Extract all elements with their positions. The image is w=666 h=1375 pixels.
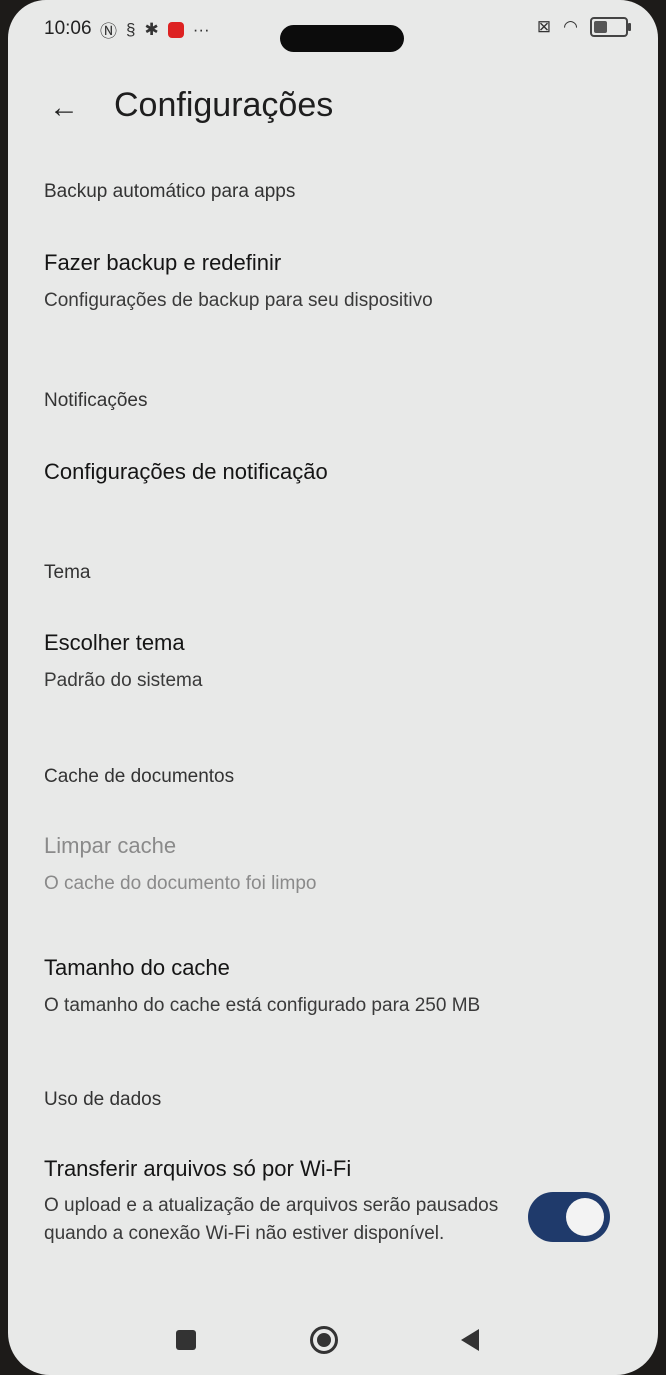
section-header-notifications: Notificações bbox=[44, 390, 148, 411]
battery-icon bbox=[590, 17, 631, 37]
wifi-only-item[interactable]: Transferir arquivos só por Wi-Fi O uploa… bbox=[44, 1156, 514, 1248]
home-icon bbox=[310, 1326, 338, 1354]
nav-back-button[interactable] bbox=[450, 1320, 490, 1360]
more-icon: ··· bbox=[192, 19, 210, 39]
back-icon bbox=[461, 1329, 479, 1351]
home-button[interactable] bbox=[304, 1320, 344, 1360]
sync-icon: § bbox=[126, 19, 136, 39]
settings-screen: 10:06 Ⓝ § ✱ ··· ⊠ ◠ ← Configurações Back… bbox=[8, 0, 658, 1375]
recents-button[interactable] bbox=[166, 1320, 206, 1360]
backup-reset-subtitle: Configurações de backup para seu disposi… bbox=[44, 290, 433, 311]
wifi-icon: ◠ bbox=[563, 17, 578, 36]
choose-theme-title: Escolher tema bbox=[44, 630, 185, 655]
section-header-data-usage: Uso de dados bbox=[44, 1089, 162, 1110]
cache-size-title: Tamanho do cache bbox=[44, 955, 230, 980]
camera-notch bbox=[280, 25, 404, 52]
wifi-only-subtitle: O upload e a atualização de arquivos ser… bbox=[44, 1195, 499, 1244]
notification-settings-item[interactable]: Configurações de notificação bbox=[44, 459, 328, 485]
section-header-cache: Cache de documentos bbox=[44, 766, 235, 787]
choose-theme-subtitle: Padrão do sistema bbox=[44, 670, 203, 691]
section-header-theme: Tema bbox=[44, 562, 91, 583]
toggle-knob bbox=[566, 1198, 604, 1236]
status-icons: Ⓝ § ✱ ··· bbox=[100, 17, 210, 42]
gear-icon: ✱ bbox=[144, 19, 159, 39]
clear-cache-item: Limpar cache O cache do documento foi li… bbox=[44, 833, 317, 895]
system-icons: ⊠ ◠ bbox=[536, 17, 631, 37]
screen-icon: ⊠ bbox=[536, 17, 552, 36]
choose-theme-item[interactable]: Escolher tema Padrão do sistema bbox=[44, 630, 202, 692]
nfc-icon: Ⓝ bbox=[100, 22, 117, 41]
page-title: Configurações bbox=[114, 86, 334, 124]
status-time: 10:06 bbox=[44, 18, 92, 39]
cache-size-item[interactable]: Tamanho do cache O tamanho do cache está… bbox=[44, 955, 480, 1017]
wifi-only-toggle[interactable] bbox=[528, 1192, 610, 1242]
app-notification-icon bbox=[167, 21, 184, 38]
notification-settings-title: Configurações de notificação bbox=[44, 459, 328, 484]
back-arrow-icon[interactable]: ← bbox=[44, 90, 84, 126]
cache-size-subtitle: O tamanho do cache está configurado para… bbox=[44, 995, 481, 1016]
section-header-backup: Backup automático para apps bbox=[44, 181, 296, 202]
clear-cache-title: Limpar cache bbox=[44, 833, 177, 858]
recents-icon bbox=[176, 1330, 196, 1350]
backup-reset-title: Fazer backup e redefinir bbox=[44, 250, 282, 275]
wifi-only-title: Transferir arquivos só por Wi-Fi bbox=[44, 1156, 352, 1181]
clear-cache-subtitle: O cache do documento foi limpo bbox=[44, 873, 317, 894]
backup-reset-item[interactable]: Fazer backup e redefinir Configurações d… bbox=[44, 250, 433, 312]
